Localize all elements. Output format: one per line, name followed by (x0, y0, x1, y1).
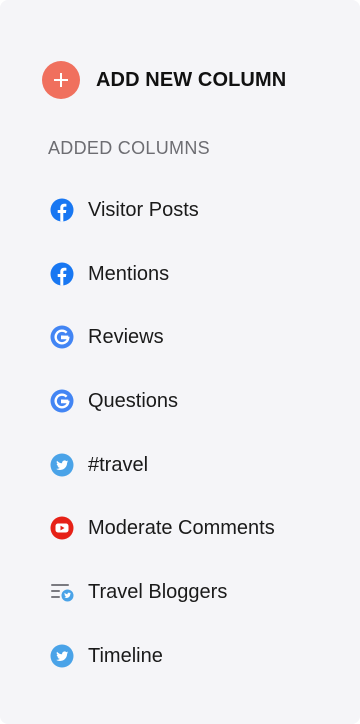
column-item-timeline[interactable]: Timeline (50, 638, 275, 702)
column-label: Moderate Comments (88, 517, 275, 540)
column-item-questions[interactable]: Questions (50, 383, 275, 447)
twitter-list-icon (51, 584, 74, 602)
columns-panel: ADD NEW COLUMN ADDED COLUMNS Visitor Pos… (0, 0, 360, 724)
column-label: #travel (88, 453, 149, 476)
added-columns-list: Visitor Posts Mentions Reviews Questions… (50, 192, 275, 702)
facebook-icon (50, 198, 74, 222)
column-item-mentions[interactable]: Mentions (50, 256, 275, 320)
column-item-visitor-posts[interactable]: Visitor Posts (50, 192, 275, 256)
column-label: Mentions (88, 262, 170, 285)
twitter-icon (50, 453, 74, 477)
column-item-reviews[interactable]: Reviews (50, 319, 275, 383)
column-label: Visitor Posts (88, 199, 199, 221)
google-icon (50, 325, 74, 349)
plus-icon[interactable] (42, 61, 80, 99)
google-icon (50, 389, 74, 413)
add-new-column-label: ADD NEW COLUMN (96, 68, 287, 91)
column-item-travel-bloggers[interactable]: Travel Bloggers (50, 574, 275, 638)
facebook-icon (50, 262, 74, 286)
added-columns-heading: ADDED COLUMNS (48, 138, 210, 158)
column-item-moderate-comments[interactable]: Moderate Comments (50, 510, 275, 574)
column-item-travel-hashtag[interactable]: #travel (50, 447, 275, 511)
twitter-icon (50, 644, 74, 668)
column-label: Travel Bloggers (88, 581, 228, 604)
youtube-icon (50, 516, 74, 540)
column-label: Questions (88, 390, 179, 413)
column-label: Timeline (88, 644, 163, 667)
add-new-column-button[interactable]: ADD NEW COLUMN (42, 60, 286, 100)
column-label: Reviews (88, 326, 164, 349)
